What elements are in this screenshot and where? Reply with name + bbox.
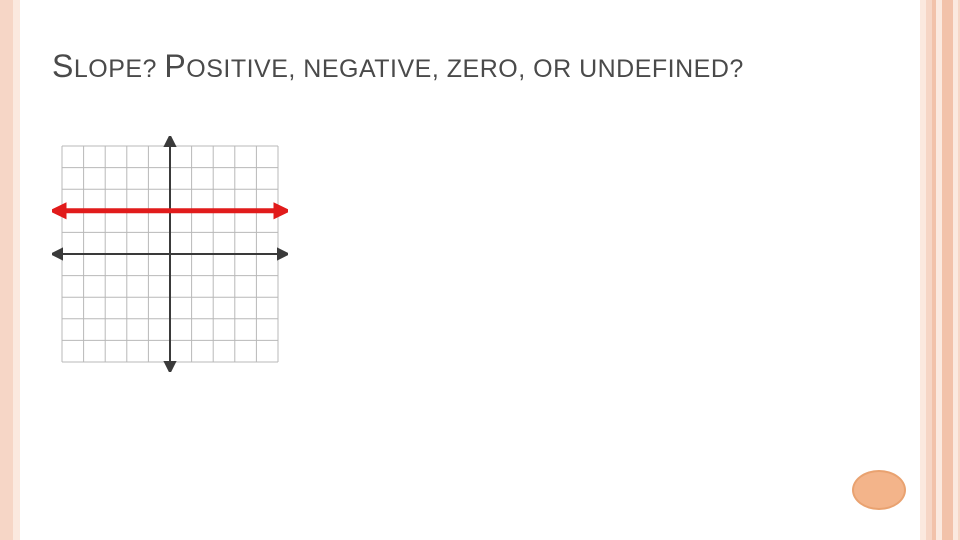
title-punct4: , (518, 55, 533, 83)
line-arrowhead-right-icon (274, 203, 288, 219)
title-punct5: ? (729, 55, 743, 83)
arrowhead-left-icon (52, 249, 62, 259)
decor-stripe-r4 (936, 0, 942, 540)
title-punct2: , (288, 55, 303, 83)
title-punct3: , (432, 55, 447, 83)
decor-stripe-left-outer (0, 0, 13, 540)
decor-stripe-r3 (942, 0, 953, 540)
coordinate-graph (52, 136, 288, 372)
slide-title: SLOPE? POSITIVE, NEGATIVE, ZERO, OR UNDE… (52, 48, 744, 85)
line-arrowhead-left-icon (52, 203, 66, 219)
arrowhead-up-icon (165, 136, 175, 146)
title-word4: ZERO (447, 55, 518, 83)
axes (52, 136, 288, 372)
title-word2-cap: P (164, 48, 186, 84)
decor-stripe-r2 (953, 0, 958, 540)
decor-stripe-left-inner (13, 0, 20, 540)
decor-stripe-r6 (926, 0, 932, 540)
title-word1-cap: S (52, 48, 74, 84)
title-word1-rest: LOPE (74, 55, 143, 83)
decor-oval-icon (852, 470, 906, 510)
arrowhead-right-icon (278, 249, 288, 259)
title-punct1: ? (143, 55, 165, 83)
title-word5: OR UNDEFINED (533, 55, 729, 83)
title-word2-rest: OSITIVE (186, 55, 288, 83)
arrowhead-down-icon (165, 362, 175, 372)
title-word3: NEGATIVE (303, 55, 432, 83)
decor-stripe-r7 (920, 0, 926, 540)
decor-stripe-r5 (932, 0, 936, 540)
